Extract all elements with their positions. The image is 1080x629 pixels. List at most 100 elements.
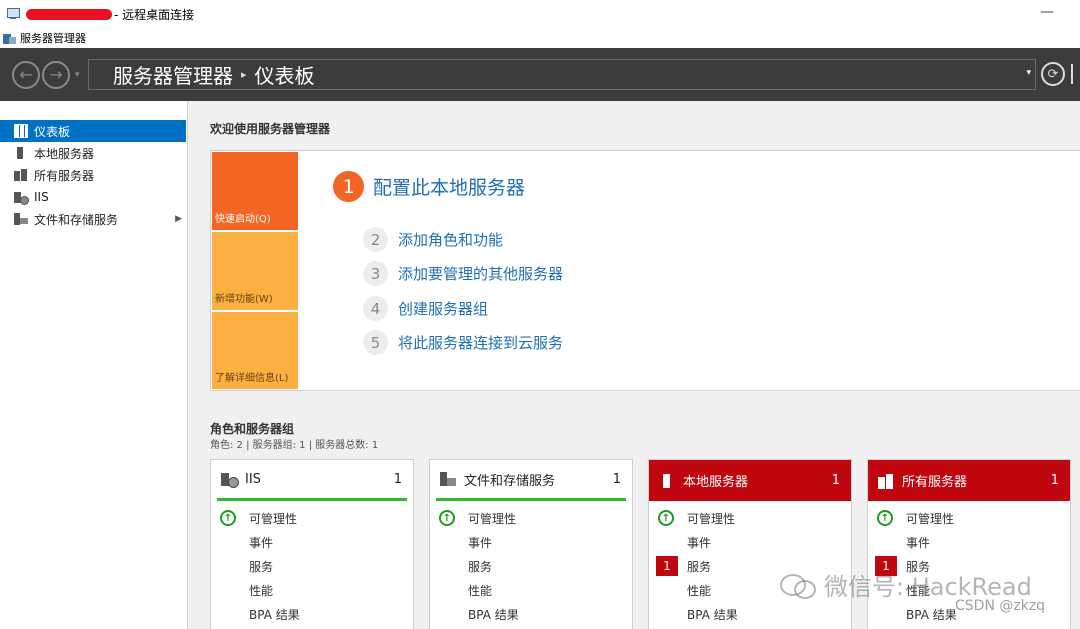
row-label: 可管理性 [906, 511, 955, 526]
sidebar-item-label: 本地服务器 [34, 146, 95, 161]
sidebar-item-iis[interactable]: IIS [0, 186, 186, 208]
role-card-iis[interactable]: IIS 1 ↑ 可管理性 事件 服务 性能 BPA 结果 [210, 459, 414, 629]
breadcrumb-root[interactable]: 服务器管理器 [113, 60, 233, 89]
row-label: 性能 [687, 583, 712, 598]
step-create-group[interactable]: 4 创建服务器组 [363, 296, 488, 321]
card-row-performance[interactable]: 性能 [211, 578, 413, 602]
step-link[interactable]: 创建服务器组 [398, 298, 488, 319]
sidebar-item-dashboard[interactable]: 仪表板 [0, 120, 186, 142]
ok-status-icon: ↑ [439, 510, 455, 526]
card-row-bpa[interactable]: BPA 结果 [430, 602, 632, 626]
wechat-watermark: 微信号: HackRead [780, 567, 1032, 602]
card-row-bpa[interactable]: BPA 结果 [649, 602, 851, 626]
remote-desktop-icon [6, 7, 20, 21]
sidebar-item-label: IIS [34, 190, 49, 204]
step-number: 3 [363, 261, 388, 286]
sidebar-item-all-servers[interactable]: 所有服务器 [0, 164, 186, 186]
card-row-services[interactable]: 服务 [211, 554, 413, 578]
row-label: 可管理性 [468, 511, 517, 526]
app-title-bar: 服务器管理器 [0, 28, 1080, 48]
card-header[interactable]: 文件和存储服务 1 [436, 460, 626, 501]
main-content: 欢迎使用服务器管理器 快速启动(Q) 新增功能(W) 了解详细信息(L) 1 配… [188, 101, 1080, 629]
step-number: 4 [363, 296, 388, 321]
breadcrumb-dropdown-icon[interactable]: ▾ [1026, 68, 1031, 78]
card-row-manageability[interactable]: ↑ 可管理性 [868, 506, 1070, 530]
step-link[interactable]: 将此服务器连接到云服务 [398, 332, 563, 353]
card-title: 所有服务器 [902, 475, 968, 490]
card-row-manageability[interactable]: ↑ 可管理性 [649, 506, 851, 530]
tile-quick-start[interactable]: 快速启动(Q) [212, 152, 298, 230]
menu-separator [1071, 64, 1073, 84]
roles-summary: 角色: 2 | 服务器组: 1 | 服务器总数: 1 [210, 440, 379, 451]
step-add-servers[interactable]: 3 添加要管理的其他服务器 [363, 261, 563, 286]
roles-heading: 角色和服务器组 [210, 422, 295, 436]
rdp-title: - 远程桌面连接 [114, 7, 195, 22]
row-label: 事件 [249, 535, 274, 550]
step-link[interactable]: 添加要管理的其他服务器 [398, 263, 563, 284]
tile-label: 新增功能(W) [215, 294, 273, 305]
minimize-button[interactable]: — [1040, 4, 1054, 20]
redacted-hostname [26, 8, 112, 20]
tile-label: 快速启动(Q) [215, 214, 271, 225]
card-row-bpa[interactable]: BPA 结果 [211, 602, 413, 626]
card-row-events[interactable]: 事件 [430, 530, 632, 554]
iis-icon [14, 190, 29, 205]
ok-status-icon: ↑ [220, 510, 236, 526]
sidebar-item-label: 所有服务器 [34, 168, 95, 183]
alert-count-badge: 1 [656, 556, 678, 576]
step-connect-cloud[interactable]: 5 将此服务器连接到云服务 [363, 330, 563, 355]
nav-bar: ← → ▾ 服务器管理器 ▸ 仪表板 ▾ ⟳ [0, 48, 1080, 101]
tile-whats-new[interactable]: 新增功能(W) [212, 232, 298, 310]
card-row-services[interactable]: 服务 [430, 554, 632, 578]
step-add-roles[interactable]: 2 添加角色和功能 [363, 227, 503, 252]
tile-learn-more[interactable]: 了解详细信息(L) [212, 312, 298, 389]
servers-icon [878, 473, 894, 489]
row-label: 服务 [687, 559, 712, 574]
card-row-events[interactable]: 事件 [649, 530, 851, 554]
card-row-manageability[interactable]: ↑ 可管理性 [211, 506, 413, 530]
step-link[interactable]: 添加角色和功能 [398, 229, 503, 250]
refresh-button[interactable]: ⟳ [1041, 62, 1065, 86]
row-label: 服务 [468, 559, 493, 574]
expand-arrow-icon[interactable]: ▶ [175, 214, 182, 224]
tile-label: 了解详细信息(L) [215, 373, 289, 384]
role-card-local-server[interactable]: 本地服务器 1 ↑ 可管理性 事件 1 服务 性能 BPA 结果 [648, 459, 852, 629]
history-dropdown-icon[interactable]: ▾ [75, 70, 80, 80]
card-title: 文件和存储服务 [464, 473, 556, 489]
card-count: 1 [1050, 473, 1059, 488]
role-card-file-storage[interactable]: 文件和存储服务 1 ↑ 可管理性 事件 服务 性能 BPA 结果 [429, 459, 633, 629]
breadcrumb[interactable]: 服务器管理器 ▸ 仪表板 ▾ [88, 59, 1036, 90]
back-button[interactable]: ← [12, 60, 40, 89]
row-label: BPA 结果 [249, 607, 300, 622]
card-row-manageability[interactable]: ↑ 可管理性 [430, 506, 632, 530]
sidebar-item-file-storage[interactable]: 文件和存储服务 ▶ [0, 208, 186, 230]
breadcrumb-separator-icon: ▸ [241, 68, 247, 81]
row-label: 性能 [468, 583, 493, 598]
step-link[interactable]: 配置此本地服务器 [373, 173, 525, 200]
card-title: IIS [245, 471, 261, 487]
card-row-events[interactable]: 事件 [868, 530, 1070, 554]
sidebar-item-label: 仪表板 [34, 124, 71, 139]
card-header[interactable]: 所有服务器 1 [868, 460, 1070, 501]
ok-status-icon: ↑ [877, 510, 893, 526]
iis-icon [221, 471, 239, 488]
card-row-performance[interactable]: 性能 [430, 578, 632, 602]
watermark-text: 微信号: HackRead [824, 573, 1032, 601]
sidebar-item-local-server[interactable]: 本地服务器 [0, 142, 186, 164]
row-label: 性能 [249, 583, 274, 598]
step-configure-local-server[interactable]: 1 配置此本地服务器 [333, 171, 525, 202]
card-row-events[interactable]: 事件 [211, 530, 413, 554]
card-count: 1 [393, 471, 402, 487]
card-header[interactable]: 本地服务器 1 [649, 460, 851, 501]
server-icon [659, 473, 675, 489]
step-number: 1 [333, 171, 364, 202]
csdn-watermark: CSDN @zkzq [955, 598, 1046, 614]
sidebar: 仪表板 本地服务器 所有服务器 IIS 文件和存储服务 ▶ [0, 101, 188, 629]
app-title: 服务器管理器 [20, 32, 86, 45]
row-label: BPA 结果 [906, 607, 957, 622]
card-count: 1 [612, 471, 621, 487]
row-label: 事件 [906, 535, 931, 550]
servers-icon [14, 168, 28, 182]
card-header[interactable]: IIS 1 [217, 460, 407, 501]
forward-button[interactable]: → [42, 60, 70, 89]
